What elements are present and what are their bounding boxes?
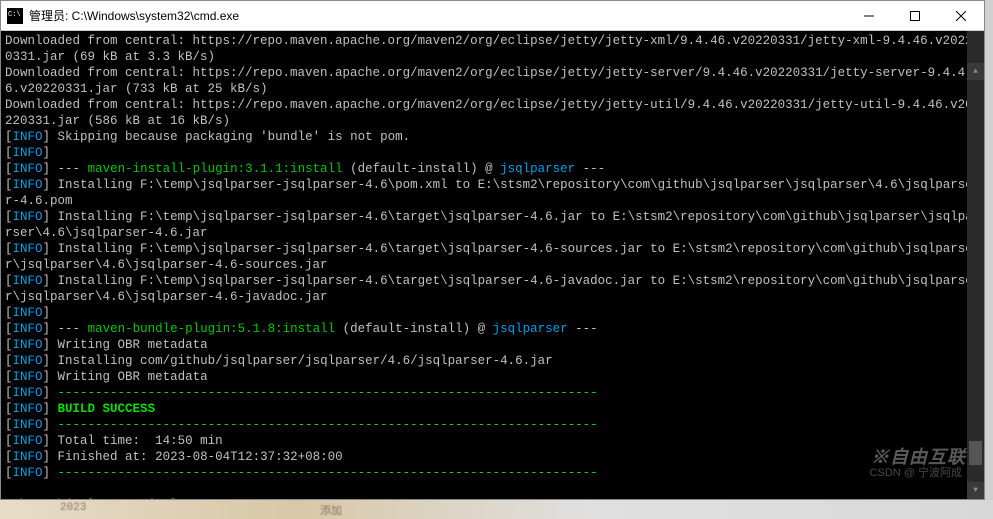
titlebar[interactable]: 管理员: C:\Windows\system32\cmd.exe bbox=[1, 1, 984, 31]
log-level-info: INFO bbox=[13, 322, 43, 336]
output-line: Downloaded from central: https://repo.ma… bbox=[5, 66, 965, 96]
separator: ----------------------------------------… bbox=[50, 418, 598, 432]
maximize-button[interactable] bbox=[892, 1, 938, 30]
scroll-thumb[interactable] bbox=[969, 441, 982, 465]
cmd-icon bbox=[7, 8, 23, 24]
log-level-info: INFO bbox=[13, 418, 43, 432]
plugin-name: maven-bundle-plugin:5.1.8:install bbox=[88, 322, 336, 336]
build-success: BUILD SUCCESS bbox=[50, 402, 155, 416]
total-time: Total time: 14:50 min bbox=[50, 434, 223, 448]
window-controls bbox=[846, 1, 984, 30]
watermark-credit: CSDN @ 宁波阿成 bbox=[870, 465, 962, 481]
log-level-info: INFO bbox=[13, 450, 43, 464]
project-name: jsqlparser bbox=[500, 162, 575, 176]
finished-at: Finished at: 2023-08-04T12:37:32+08:00 bbox=[50, 450, 343, 464]
output-line: Writing OBR metadata bbox=[50, 338, 208, 352]
close-button[interactable] bbox=[938, 1, 984, 30]
log-level-info: INFO bbox=[13, 466, 43, 480]
log-level-info: INFO bbox=[13, 338, 43, 352]
output-line: Installing F:\temp\jsqlparser-jsqlparser… bbox=[5, 210, 973, 240]
scroll-down-arrow[interactable]: ▼ bbox=[967, 482, 984, 499]
log-level-info: INFO bbox=[13, 146, 43, 160]
log-level-info: INFO bbox=[13, 354, 43, 368]
output-line: Installing com/github/jsqlparser/jsqlpar… bbox=[50, 354, 553, 368]
log-level-info: INFO bbox=[13, 370, 43, 384]
watermark-logo: ※自由互联 bbox=[871, 449, 966, 465]
log-level-info: INFO bbox=[13, 434, 43, 448]
output-line: Installing F:\temp\jsqlparser-jsqlparser… bbox=[5, 242, 973, 272]
vertical-scrollbar[interactable]: ▲ ▼ bbox=[967, 31, 984, 499]
plugin-name: maven-install-plugin:3.1.1:install bbox=[88, 162, 343, 176]
output-line: Writing OBR metadata bbox=[50, 370, 208, 384]
output-line: Installing F:\temp\jsqlparser-jsqlparser… bbox=[5, 178, 973, 208]
log-level-info: INFO bbox=[13, 274, 43, 288]
log-level-info: INFO bbox=[13, 178, 43, 192]
project-name: jsqlparser bbox=[493, 322, 568, 336]
command-prompt[interactable]: F:\temp\jsqlparser-jsqlparser-4.6> bbox=[5, 498, 260, 499]
output-line: Downloaded from central: https://repo.ma… bbox=[5, 98, 973, 128]
window-title: 管理员: C:\Windows\system32\cmd.exe bbox=[29, 7, 846, 24]
terminal-output[interactable]: Downloaded from central: https://repo.ma… bbox=[1, 31, 984, 499]
output-line: Installing F:\temp\jsqlparser-jsqlparser… bbox=[5, 274, 973, 304]
output-line: Skipping because packaging 'bundle' is n… bbox=[50, 130, 410, 144]
minimize-button[interactable] bbox=[846, 1, 892, 30]
log-level-info: INFO bbox=[13, 210, 43, 224]
separator: ----------------------------------------… bbox=[50, 386, 598, 400]
log-level-info: INFO bbox=[13, 402, 43, 416]
cmd-window: 管理员: C:\Windows\system32\cmd.exe Downloa… bbox=[0, 0, 985, 500]
log-level-info: INFO bbox=[13, 130, 43, 144]
separator: ----------------------------------------… bbox=[50, 466, 598, 480]
log-level-info: INFO bbox=[13, 386, 43, 400]
scroll-up-arrow[interactable]: ▲ bbox=[967, 63, 984, 80]
log-level-info: INFO bbox=[13, 242, 43, 256]
log-level-info: INFO bbox=[13, 306, 43, 320]
background-strip: 2023 添加 bbox=[0, 500, 993, 519]
log-level-info: INFO bbox=[13, 162, 43, 176]
output-line: Downloaded from central: https://repo.ma… bbox=[5, 34, 973, 64]
